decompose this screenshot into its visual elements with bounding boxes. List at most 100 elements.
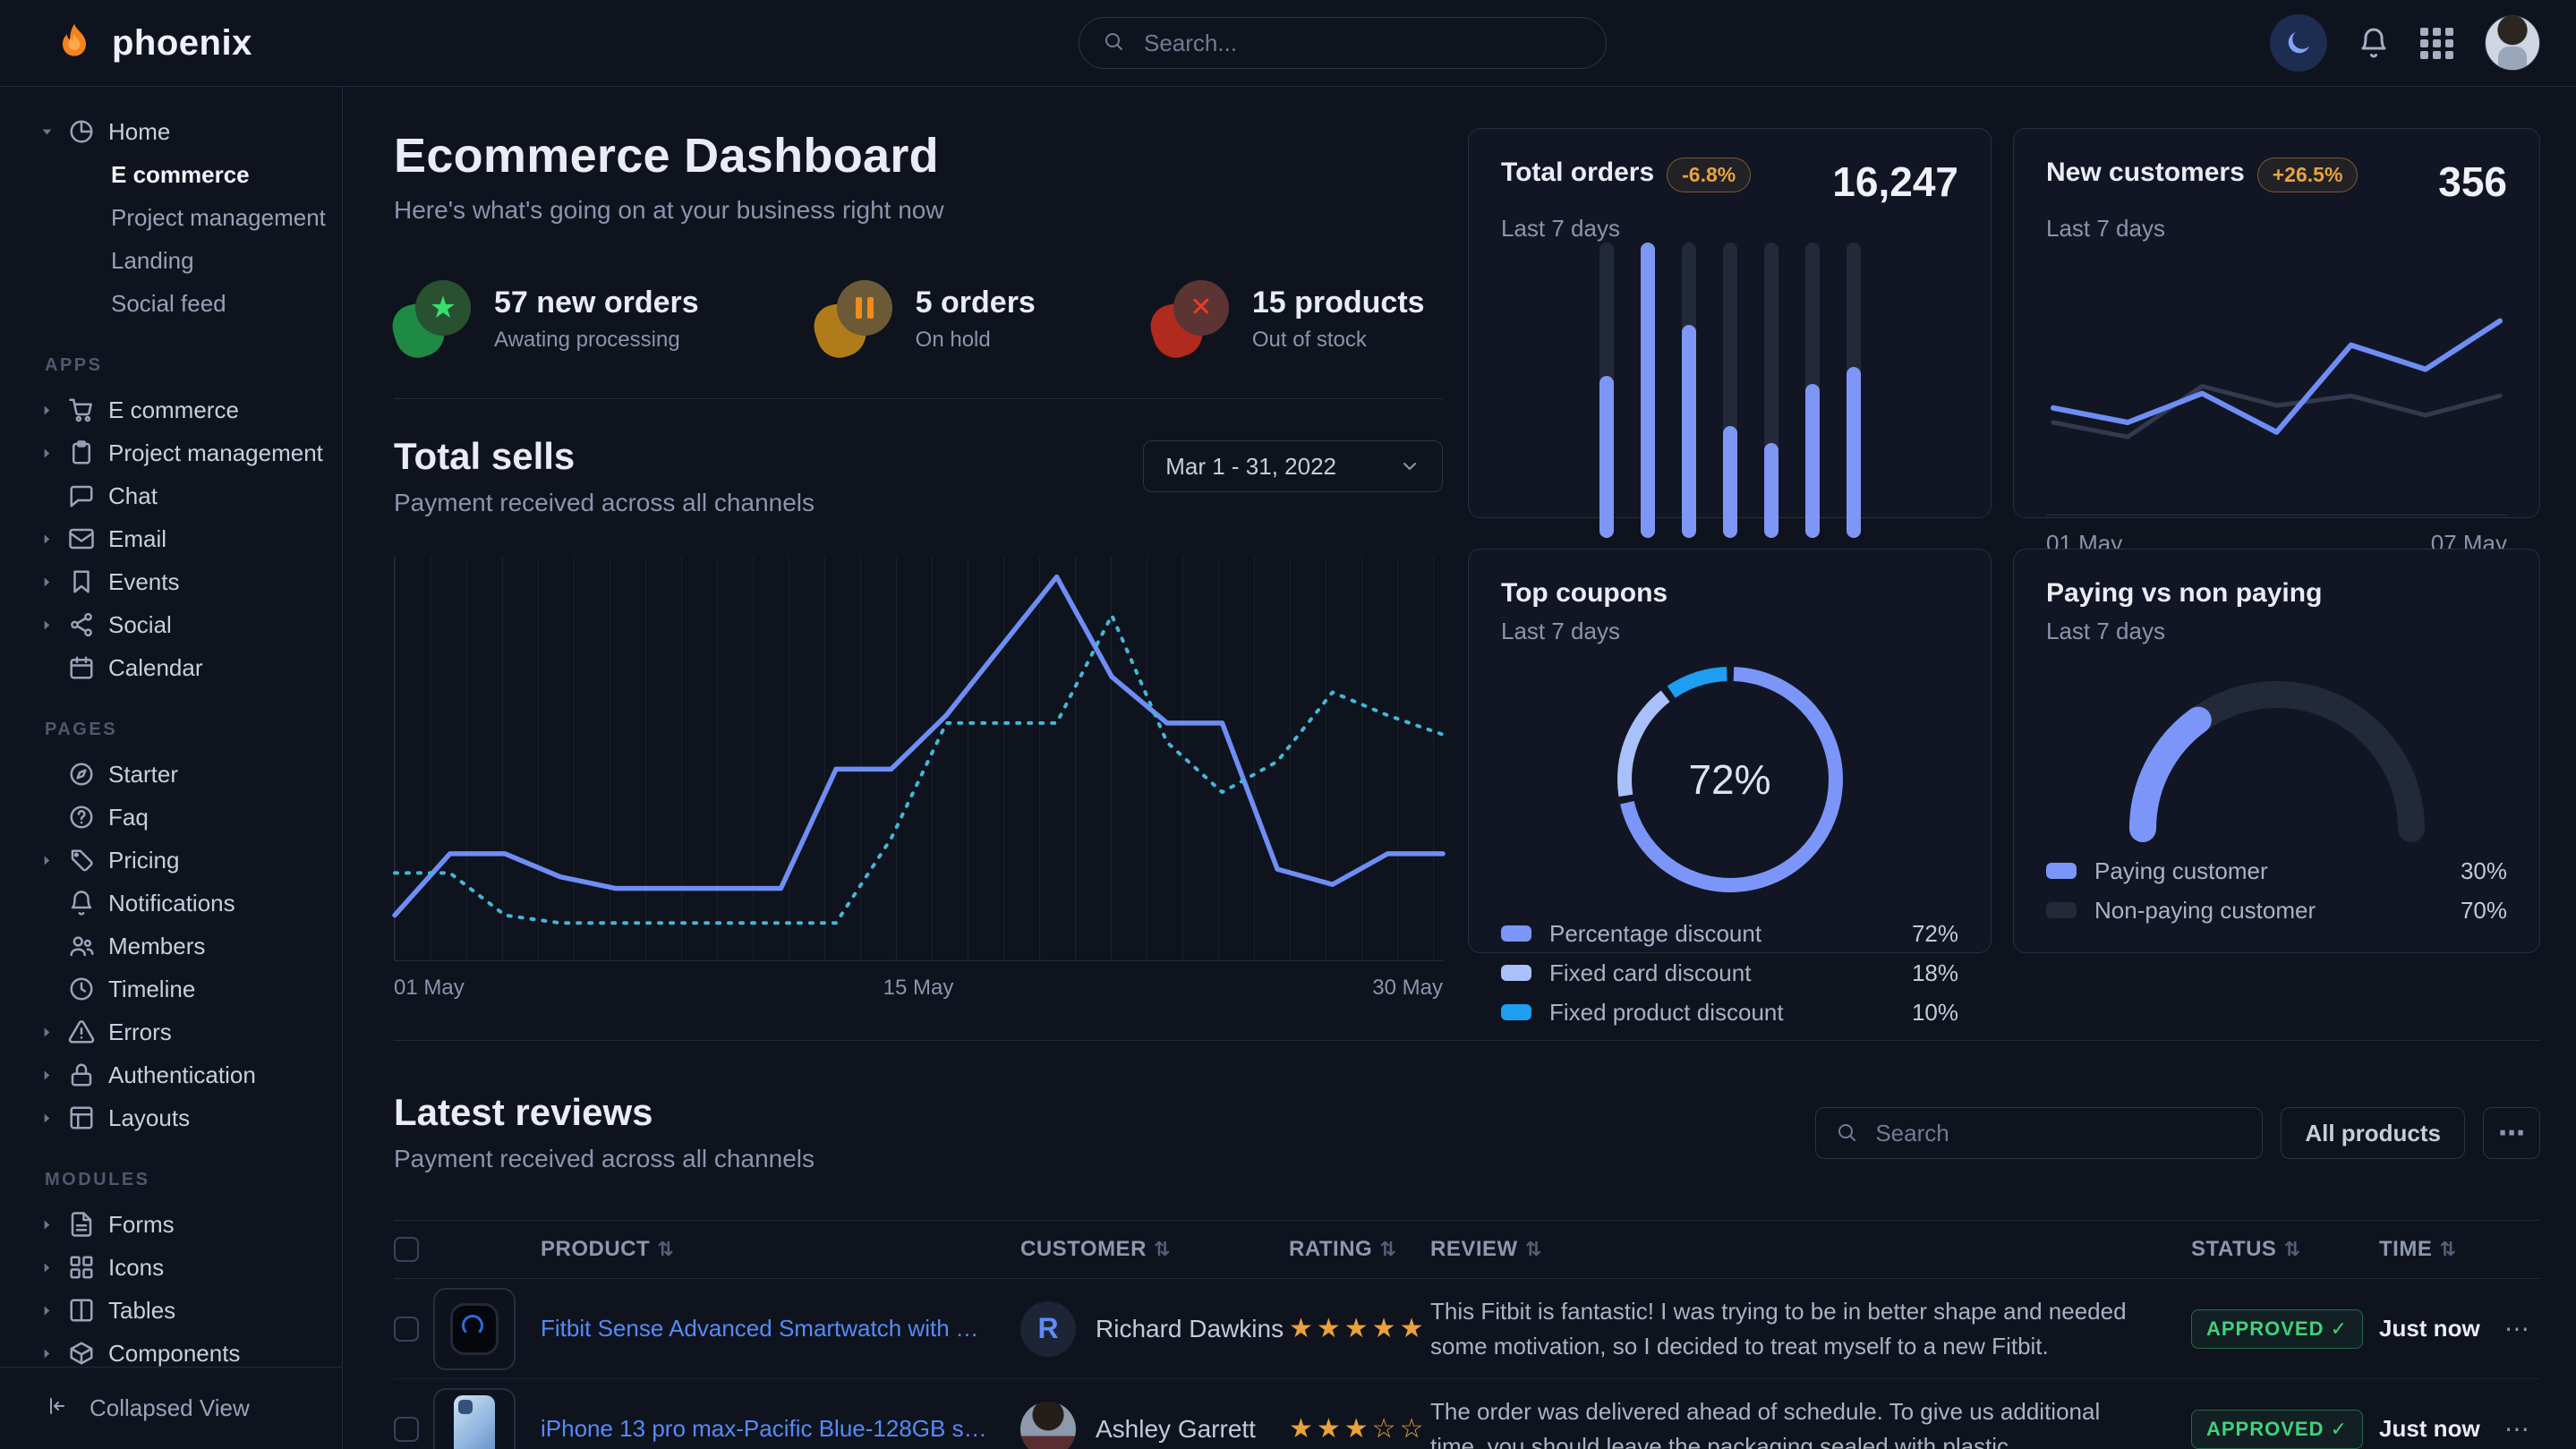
all-products-button[interactable]: All products [2281, 1107, 2465, 1159]
sidebar-item-errors[interactable]: Errors [0, 1010, 342, 1053]
tag-icon [68, 847, 95, 874]
question-icon [68, 804, 95, 831]
apps-grid-icon[interactable] [2420, 28, 2454, 59]
sidebar-item-calendar[interactable]: Calendar [0, 646, 342, 689]
reviews-table-header: PRODUCT⇅CUSTOMER⇅RATING⇅REVIEW⇅STATUS⇅TI… [394, 1220, 2540, 1279]
reviews-search[interactable] [1815, 1107, 2263, 1159]
page-title: Ecommerce Dashboard [394, 128, 1443, 183]
compass-icon [68, 761, 95, 788]
sidebar-subitem-project-management[interactable]: Project management [0, 196, 342, 239]
user-avatar[interactable] [2485, 15, 2540, 71]
sidebar-item-timeline[interactable]: Timeline [0, 967, 342, 1010]
column-header-time[interactable]: TIME⇅ [2379, 1237, 2504, 1262]
sidebar-item-chat[interactable]: Chat [0, 474, 342, 517]
sidebar-item-label: Members [108, 933, 205, 960]
row-menu-button[interactable]: ⋯ [2504, 1414, 2540, 1444]
sidebar-item-starter[interactable]: Starter [0, 753, 342, 796]
sidebar-subitem-e-commerce[interactable]: E commerce [0, 153, 342, 196]
legend-value: 18% [1912, 959, 1958, 987]
sidebar-item-home[interactable]: Home [0, 110, 342, 153]
pause-icon [815, 280, 892, 357]
reviews-more-button[interactable]: ⋯ [2483, 1107, 2540, 1159]
column-header-customer[interactable]: CUSTOMER⇅ [1020, 1237, 1289, 1262]
global-search[interactable] [1079, 17, 1607, 69]
order-bar [1805, 243, 1820, 538]
paying-gauge-chart [2089, 645, 2465, 851]
card-title: Total orders [1501, 158, 1654, 188]
caret-right-icon [39, 1025, 55, 1040]
total-orders-card: Total orders -6.8% 16,247 Last 7 days Co… [1468, 128, 1992, 518]
sidebar-item-authentication[interactable]: Authentication [0, 1053, 342, 1096]
rating-stars: ★★★☆☆ [1289, 1413, 1430, 1445]
row-checkbox[interactable] [394, 1417, 419, 1442]
order-bar [1847, 243, 1861, 538]
pie-chart-icon [68, 118, 95, 145]
sidebar-item-forms[interactable]: Forms [0, 1203, 342, 1246]
card-title: Top coupons [1501, 578, 1668, 609]
product-link[interactable]: iPhone 13 pro max-Pacific Blue-128GB sto… [541, 1415, 1020, 1443]
column-header-rating[interactable]: RATING⇅ [1289, 1237, 1430, 1262]
theme-toggle-button[interactable] [2270, 14, 2327, 72]
sidebar-subitem-landing[interactable]: Landing [0, 239, 342, 282]
search-icon [1103, 30, 1128, 55]
product-link[interactable]: Fitbit Sense Advanced Smartwatch with To… [541, 1315, 1020, 1342]
caret-right-icon [39, 575, 55, 590]
sidebar-item-members[interactable]: Members [0, 925, 342, 967]
sidebar-item-pricing[interactable]: Pricing [0, 839, 342, 882]
date-range-select[interactable]: Mar 1 - 31, 2022 [1143, 440, 1443, 492]
moon-icon [2283, 28, 2314, 58]
sidebar-item-e-commerce[interactable]: E commerce [0, 388, 342, 431]
column-header-status[interactable]: STATUS⇅ [2191, 1237, 2379, 1262]
search-icon [1836, 1121, 1859, 1145]
row-menu-button[interactable]: ⋯ [2504, 1314, 2540, 1343]
brand[interactable]: phoenix [51, 20, 252, 66]
sort-icon: ⇅ [1525, 1238, 1542, 1261]
sort-icon: ⇅ [1154, 1238, 1171, 1261]
sidebar-item-label: Faq [108, 804, 149, 831]
product-thumbnail[interactable] [433, 1388, 516, 1449]
stat-sub: Out of stock [1252, 328, 1425, 353]
sort-icon: ⇅ [657, 1238, 674, 1261]
file-icon [68, 1211, 95, 1238]
legend-item: Paying customer30% [2046, 851, 2507, 891]
sidebar-item-project-management[interactable]: Project management [0, 431, 342, 474]
global-search-input[interactable] [1142, 29, 1582, 58]
sidebar-subitem-social-feed[interactable]: Social feed [0, 282, 342, 325]
sidebar-item-layouts[interactable]: Layouts [0, 1096, 342, 1139]
sidebar-item-icons[interactable]: Icons [0, 1246, 342, 1289]
product-thumbnail[interactable] [433, 1288, 516, 1370]
card-period: Last 7 days [1501, 618, 1958, 645]
legend-label: Percentage discount [1549, 920, 1761, 948]
review-text: The order was delivered ahead of schedul… [1430, 1394, 2191, 1449]
layout-icon [68, 1104, 95, 1131]
reviews-search-input[interactable] [1873, 1119, 2242, 1148]
status-badge: APPROVED ✓ [2191, 1309, 2363, 1349]
collapsed-view-label: Collapsed View [90, 1394, 250, 1422]
row-checkbox[interactable] [394, 1317, 419, 1342]
divider [394, 398, 1443, 399]
legend-swatch [1501, 925, 1531, 942]
card-period: Last 7 days [2046, 618, 2507, 645]
sort-icon: ⇅ [1379, 1238, 1396, 1261]
select-all-checkbox[interactable] [394, 1237, 419, 1262]
legend-item: Fixed product discount10% [1501, 993, 1958, 1032]
column-header-product[interactable]: PRODUCT⇅ [541, 1237, 1020, 1262]
sidebar-item-social[interactable]: Social [0, 603, 342, 646]
axis-label: 15 May [883, 976, 954, 1001]
sidebar-item-email[interactable]: Email [0, 517, 342, 560]
sidebar-item-events[interactable]: Events [0, 560, 342, 603]
collapsed-view-toggle[interactable]: Collapsed View [0, 1367, 342, 1449]
legend-item: Fixed card discount18% [1501, 953, 1958, 993]
sidebar-item-label: Tables [108, 1297, 175, 1325]
sidebar-item-faq[interactable]: Faq [0, 796, 342, 839]
reviews-subtitle: Payment received across all channels [394, 1145, 815, 1173]
order-bar [1723, 243, 1737, 538]
column-header-review[interactable]: REVIEW⇅ [1430, 1237, 2191, 1262]
legend-value: 30% [2461, 857, 2507, 885]
sort-icon: ⇅ [2439, 1238, 2456, 1261]
sidebar-section-label: APPS [0, 325, 342, 388]
sidebar-item-tables[interactable]: Tables [0, 1289, 342, 1332]
notifications-bell-icon[interactable] [2358, 27, 2390, 59]
sidebar-item-notifications[interactable]: Notifications [0, 882, 342, 925]
table-icon [68, 1297, 95, 1324]
